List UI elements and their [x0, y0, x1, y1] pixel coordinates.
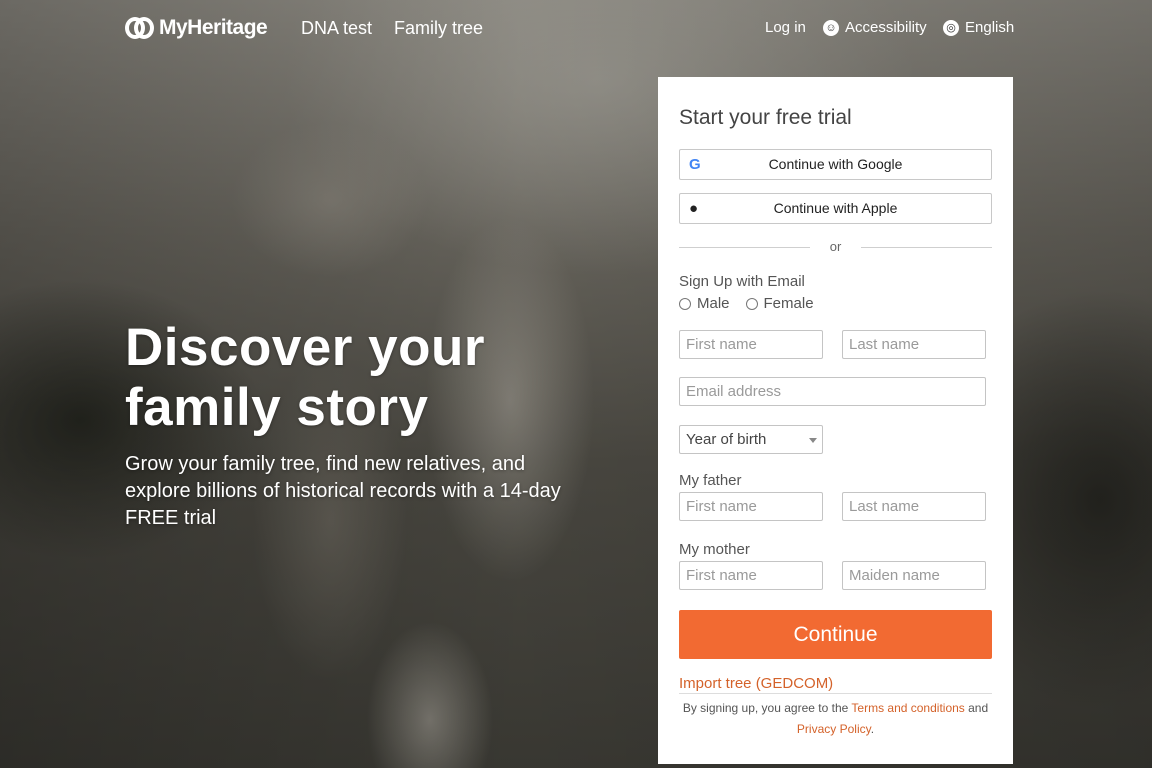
login-label: Log in: [765, 19, 806, 36]
terms-prefix: By signing up, you agree to the: [682, 701, 852, 715]
hero-title: Discover your family story: [125, 318, 585, 438]
father-last-name-input[interactable]: [842, 492, 986, 521]
myheritage-logo-icon: [125, 16, 155, 40]
year-of-birth-select[interactable]: Year of birth: [679, 425, 823, 454]
chevron-down-icon: [809, 438, 817, 443]
last-name-input[interactable]: [842, 330, 986, 359]
female-radio[interactable]: [745, 297, 758, 310]
google-icon: G: [689, 156, 701, 173]
nav-link-dna-test[interactable]: DNA test: [301, 18, 372, 39]
language-label: English: [965, 19, 1015, 36]
year-of-birth-value: Year of birth: [686, 431, 767, 448]
female-label: Female: [763, 295, 814, 312]
continue-with-apple-button[interactable]: ● Continue with Apple: [679, 193, 992, 224]
divider-line-right: [861, 247, 992, 248]
father-first-name-input[interactable]: [679, 492, 823, 521]
continue-button[interactable]: Continue: [679, 610, 992, 659]
email-signup-label: Sign Up with Email: [679, 273, 805, 290]
login-link[interactable]: Log in: [765, 19, 806, 36]
top-navigation: MyHeritage DNA test Family tree Log in ☺…: [0, 0, 1152, 58]
accessibility-label: Accessibility: [845, 19, 927, 36]
mother-first-name-input[interactable]: [679, 561, 823, 590]
apple-button-label: Continue with Apple: [773, 200, 898, 216]
gender-radio-group: Male Female: [679, 295, 814, 312]
email-input[interactable]: [679, 377, 986, 406]
accessibility-icon: ☺: [823, 19, 839, 36]
logo[interactable]: MyHeritage: [125, 16, 268, 40]
male-radio[interactable]: [679, 297, 691, 310]
privacy-policy-link[interactable]: Privacy Policy: [797, 722, 871, 736]
gender-option-male[interactable]: Male: [679, 295, 730, 312]
terms-suffix: .: [870, 722, 875, 736]
father-label: My father: [679, 472, 742, 489]
hero-subtitle: Grow your family tree, find new relative…: [125, 453, 561, 529]
nav-link-family-tree[interactable]: Family tree: [394, 18, 483, 39]
first-name-input[interactable]: [679, 330, 823, 359]
signup-card: Start your free trial G Continue with Go…: [658, 77, 1013, 764]
mother-maiden-name-input[interactable]: [842, 561, 986, 590]
accessibility-link[interactable]: ☺ Accessibility: [823, 19, 927, 36]
google-button-label: Continue with Google: [768, 156, 903, 172]
continue-with-google-button[interactable]: G Continue with Google: [679, 149, 992, 180]
separator-line: [679, 693, 992, 694]
gender-option-female[interactable]: Female: [745, 295, 814, 312]
apple-icon: ●: [689, 200, 699, 217]
import-tree-link[interactable]: Import tree (GEDCOM): [679, 675, 833, 692]
hero-title-line-1: Discover your: [125, 318, 485, 377]
terms-text: By signing up, you agree to the Terms an…: [672, 698, 999, 740]
male-label: Male: [697, 295, 730, 312]
mother-label: My mother: [679, 541, 750, 558]
globe-icon: ◎: [943, 19, 959, 36]
language-selector[interactable]: ◎ English: [943, 19, 1014, 36]
hero-title-line-2: family story: [125, 378, 429, 437]
or-divider: or: [679, 239, 992, 255]
logo-text: MyHeritage: [159, 16, 268, 39]
terms-and-conditions-link[interactable]: Terms and conditions: [851, 701, 964, 715]
terms-and: and: [964, 701, 989, 715]
signup-title: Start your free trial: [679, 106, 852, 129]
